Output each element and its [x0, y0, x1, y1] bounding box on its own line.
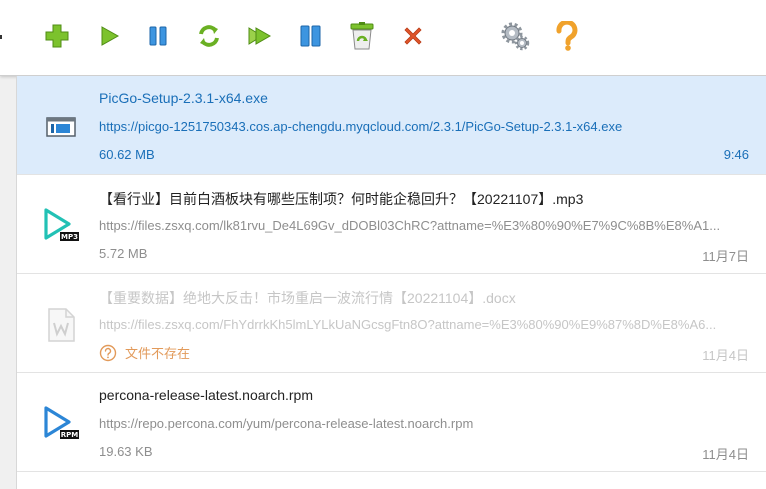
double-pause-icon — [300, 25, 321, 47]
mp3-badge-label: MP3 — [61, 233, 78, 241]
mp3-file-icon: MP3 — [44, 208, 79, 241]
add-task-button[interactable] — [41, 20, 73, 52]
docx-file-icon — [48, 308, 75, 342]
delete-button[interactable] — [397, 20, 429, 52]
file-missing-status: 文件不存在 — [99, 343, 190, 362]
start-all-button[interactable] — [244, 20, 276, 52]
download-time: 11月4日 — [702, 447, 749, 462]
pause-icon — [149, 26, 167, 46]
download-time: 11月7日 — [702, 249, 749, 264]
file-url: https://files.zsxq.com/FhYdrrkKh5lmLYLkU… — [99, 317, 717, 332]
recycle-bin-icon — [350, 22, 374, 50]
x-icon — [404, 27, 422, 45]
double-play-icon — [248, 27, 272, 45]
gears-icon — [501, 22, 530, 51]
file-size: 60.62 MB — [99, 147, 155, 162]
settings-button[interactable] — [499, 20, 531, 52]
plus-icon — [45, 24, 69, 48]
download-item[interactable]: PicGo-Setup-2.3.1-x64.exe https://picgo-… — [17, 76, 766, 175]
exe-file-icon — [46, 117, 76, 137]
download-list: PicGo-Setup-2.3.1-x64.exe https://picgo-… — [16, 76, 766, 489]
file-size: 19.63 KB — [99, 444, 153, 459]
file-url: https://repo.percona.com/yum/percona-rel… — [99, 416, 474, 431]
rpm-file-icon: RPM — [44, 406, 79, 439]
toolbar-edge-marker — [0, 35, 2, 39]
question-circle-icon — [99, 344, 117, 361]
help-button[interactable] — [551, 20, 583, 52]
play-icon — [101, 26, 120, 46]
refresh-button[interactable] — [193, 20, 225, 52]
status-text: 文件不存在 — [125, 346, 191, 361]
toolbar — [0, 0, 766, 76]
recycle-bin-button[interactable] — [346, 20, 378, 52]
pause-all-button[interactable] — [295, 20, 327, 52]
file-name: 【看行业】目前白酒板块有哪些压制项？何时能企稳回升？【20221107】.mp3 — [99, 191, 584, 207]
download-item[interactable]: MP3 【看行业】目前白酒板块有哪些压制项？何时能企稳回升？【20221107】… — [17, 175, 766, 274]
rpm-badge-label: RPM — [61, 431, 79, 439]
pause-button[interactable] — [142, 20, 174, 52]
question-icon — [556, 21, 578, 51]
file-name: percona-release-latest.noarch.rpm — [99, 387, 313, 403]
refresh-icon — [199, 25, 219, 47]
file-url: https://files.zsxq.com/lk81rvu_De4L69Gv_… — [99, 218, 721, 233]
download-time: 9:46 — [723, 147, 749, 162]
file-name: PicGo-Setup-2.3.1-x64.exe — [99, 90, 268, 106]
download-item[interactable]: 【重要数据】绝地大反击！市场重启一波流行情【20221104】.docx htt… — [17, 274, 766, 373]
file-name: 【重要数据】绝地大反击！市场重启一波流行情【20221104】.docx — [99, 290, 516, 306]
download-item[interactable]: RPM percona-release-latest.noarch.rpm ht… — [17, 373, 766, 472]
download-time: 11月4日 — [702, 348, 749, 363]
file-size: 5.72 MB — [99, 246, 148, 261]
file-url: https://picgo-1251750343.cos.ap-chengdu.… — [99, 119, 623, 134]
start-button[interactable] — [93, 20, 125, 52]
